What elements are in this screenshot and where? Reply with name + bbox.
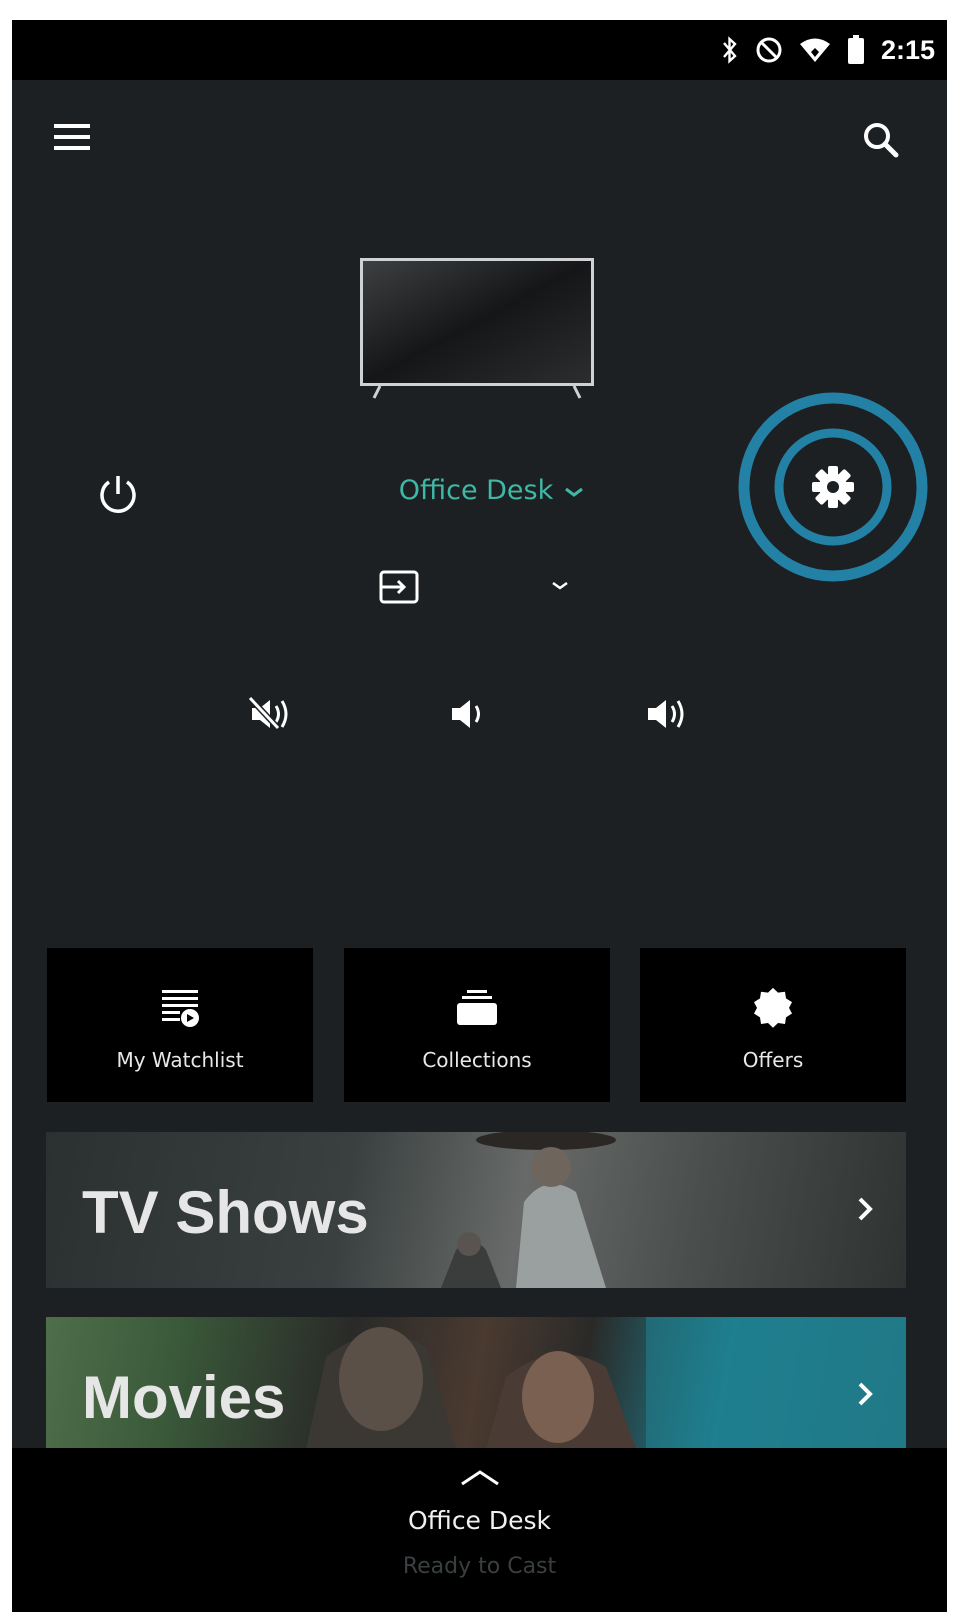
power-icon <box>100 476 136 513</box>
volume-down-icon <box>452 700 480 728</box>
wifi-icon <box>799 37 831 63</box>
mute-icon <box>247 695 288 731</box>
volume-up-button[interactable] <box>640 692 696 736</box>
volume-down-button[interactable] <box>444 692 500 736</box>
status-time: 2:15 <box>880 34 935 65</box>
collections-icon <box>455 986 499 1030</box>
tile-label: Collections <box>422 1048 532 1072</box>
watchlist-icon <box>158 986 202 1030</box>
offers-badge-icon <box>751 986 795 1030</box>
status-icons: 2:15 <box>721 20 935 80</box>
cast-bottom-bar[interactable]: Office Desk Ready to Cast <box>12 1448 947 1612</box>
tile-my-watchlist[interactable]: My Watchlist <box>47 948 313 1102</box>
chevron-right-icon <box>852 1194 878 1224</box>
banner-movies[interactable]: Movies <box>46 1317 906 1449</box>
tile-collections[interactable]: Collections <box>344 948 610 1102</box>
tv-illustration <box>358 256 598 426</box>
device-name-label: Office Desk <box>398 474 554 506</box>
chevron-down-icon[interactable] <box>548 576 572 596</box>
mute-button[interactable] <box>244 692 300 736</box>
menu-icon[interactable] <box>50 118 98 158</box>
banner-tv-shows[interactable]: TV Shows <box>46 1132 906 1288</box>
device-selector[interactable]: Office Desk <box>372 470 612 510</box>
app-screen: 2:15 Office Desk My Watchlist Collection… <box>12 20 947 1612</box>
power-button[interactable] <box>92 468 144 520</box>
input-source-button[interactable] <box>376 568 424 608</box>
settings-button[interactable] <box>736 390 930 584</box>
chevron-right-icon <box>852 1379 878 1409</box>
do-not-disturb-icon <box>755 36 783 64</box>
search-icon[interactable] <box>858 118 906 166</box>
bluetooth-icon <box>721 36 739 64</box>
battery-icon <box>847 35 865 65</box>
status-bar: 2:15 <box>12 20 947 80</box>
cast-device-name: Office Desk <box>407 1506 552 1535</box>
chevron-down-icon <box>563 475 585 506</box>
tile-label: Offers <box>742 1048 804 1072</box>
volume-up-icon <box>648 700 684 728</box>
tile-label: My Watchlist <box>116 1048 244 1072</box>
input-icon <box>379 570 419 604</box>
banner-title: TV Shows <box>82 1179 369 1246</box>
tile-offers[interactable]: Offers <box>640 948 906 1102</box>
gear-icon <box>812 466 854 508</box>
chevron-up-icon[interactable] <box>458 1466 502 1488</box>
banner-title: Movies <box>82 1364 286 1431</box>
cast-status: Ready to Cast <box>402 1554 557 1579</box>
